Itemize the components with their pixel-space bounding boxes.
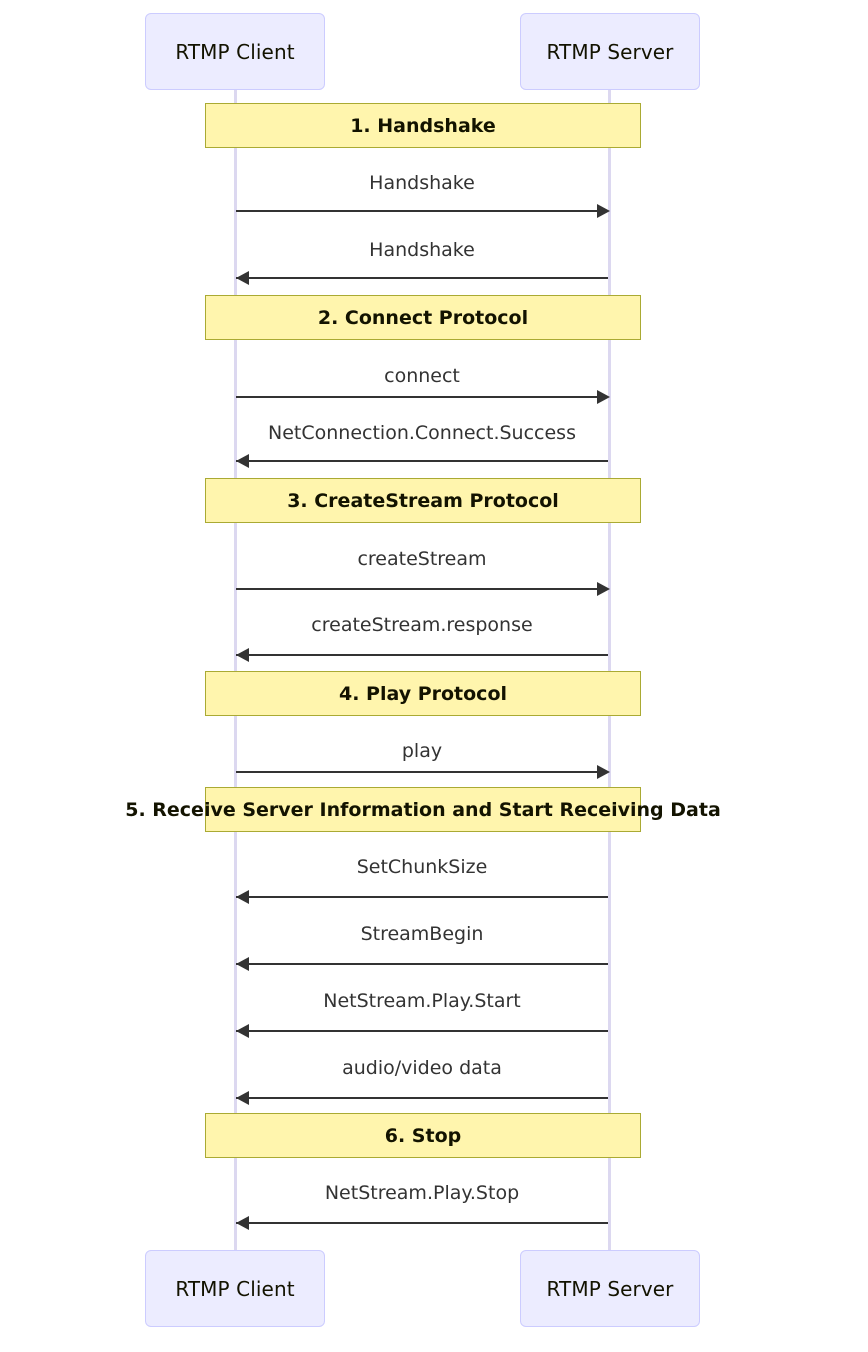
message-label-setchunksize: SetChunkSize bbox=[356, 856, 488, 878]
note-receive-server-information-label: 5. Receive Server Information and Start … bbox=[125, 798, 721, 821]
actor-server-top-label: RTMP Server bbox=[546, 39, 674, 64]
message-label-play: play bbox=[401, 740, 443, 762]
message-label-handshake-request: Handshake bbox=[369, 172, 475, 194]
message-line-play-start bbox=[236, 1030, 608, 1032]
actor-client-bottom-label: RTMP Client bbox=[175, 1276, 295, 1301]
arrowhead-left-setchunksize bbox=[236, 890, 249, 904]
message-line-play bbox=[236, 771, 608, 773]
note-handshake-label: 1. Handshake bbox=[350, 114, 496, 137]
arrowhead-right-createstream bbox=[597, 582, 610, 596]
lifeline-server bbox=[608, 89, 611, 1251]
note-stop-label: 6. Stop bbox=[384, 1124, 462, 1147]
message-label-createstream: createStream bbox=[357, 548, 487, 570]
arrowhead-left-streambegin bbox=[236, 957, 249, 971]
sequence-diagram: RTMP Client RTMP Server 1. Handshake Han… bbox=[0, 0, 868, 1352]
message-line-connect-success bbox=[236, 460, 608, 462]
message-line-createstream-response bbox=[236, 654, 608, 656]
arrowhead-right-connect bbox=[597, 390, 610, 404]
note-play-protocol-label: 4. Play Protocol bbox=[338, 682, 508, 705]
message-label-streambegin: StreamBegin bbox=[360, 923, 484, 945]
arrowhead-left-play-start bbox=[236, 1024, 249, 1038]
actor-server-bottom-label: RTMP Server bbox=[546, 1276, 674, 1301]
message-line-createstream bbox=[236, 588, 608, 590]
actor-server-top[interactable]: RTMP Server bbox=[520, 13, 700, 90]
note-connect-protocol-label: 2. Connect Protocol bbox=[317, 306, 529, 329]
note-createstream-protocol-label: 3. CreateStream Protocol bbox=[287, 489, 559, 512]
message-label-connect-success: NetConnection.Connect.Success bbox=[268, 422, 576, 444]
note-play-protocol[interactable]: 4. Play Protocol bbox=[205, 671, 641, 716]
arrowhead-left-play-stop bbox=[236, 1216, 249, 1230]
actor-server-bottom[interactable]: RTMP Server bbox=[520, 1250, 700, 1327]
message-label-handshake-response: Handshake bbox=[369, 239, 475, 261]
message-line-connect bbox=[236, 396, 608, 398]
note-stop[interactable]: 6. Stop bbox=[205, 1113, 641, 1158]
arrowhead-left-createstream-response bbox=[236, 648, 249, 662]
arrowhead-left-audio-video-data bbox=[236, 1091, 249, 1105]
arrowhead-right-handshake-request bbox=[597, 204, 610, 218]
arrowhead-right-play bbox=[597, 765, 610, 779]
note-createstream-protocol[interactable]: 3. CreateStream Protocol bbox=[205, 478, 641, 523]
arrowhead-left-connect-success bbox=[236, 454, 249, 468]
message-line-streambegin bbox=[236, 963, 608, 965]
message-label-play-stop: NetStream.Play.Stop bbox=[324, 1182, 520, 1204]
message-label-connect: connect bbox=[384, 365, 460, 387]
message-line-handshake-request bbox=[236, 210, 608, 212]
message-line-play-stop bbox=[236, 1222, 608, 1224]
message-line-handshake-response bbox=[236, 277, 608, 279]
message-line-setchunksize bbox=[236, 896, 608, 898]
arrowhead-left-handshake-response bbox=[236, 271, 249, 285]
message-label-audio-video-data: audio/video data bbox=[342, 1057, 502, 1079]
note-connect-protocol[interactable]: 2. Connect Protocol bbox=[205, 295, 641, 340]
message-label-play-start: NetStream.Play.Start bbox=[323, 990, 521, 1012]
actor-client-bottom[interactable]: RTMP Client bbox=[145, 1250, 325, 1327]
actor-client-top-label: RTMP Client bbox=[175, 39, 295, 64]
message-line-audio-video-data bbox=[236, 1097, 608, 1099]
message-label-createstream-response: createStream.response bbox=[311, 614, 533, 636]
actor-client-top[interactable]: RTMP Client bbox=[145, 13, 325, 90]
note-handshake[interactable]: 1. Handshake bbox=[205, 103, 641, 148]
note-receive-server-information[interactable]: 5. Receive Server Information and Start … bbox=[125, 787, 721, 832]
